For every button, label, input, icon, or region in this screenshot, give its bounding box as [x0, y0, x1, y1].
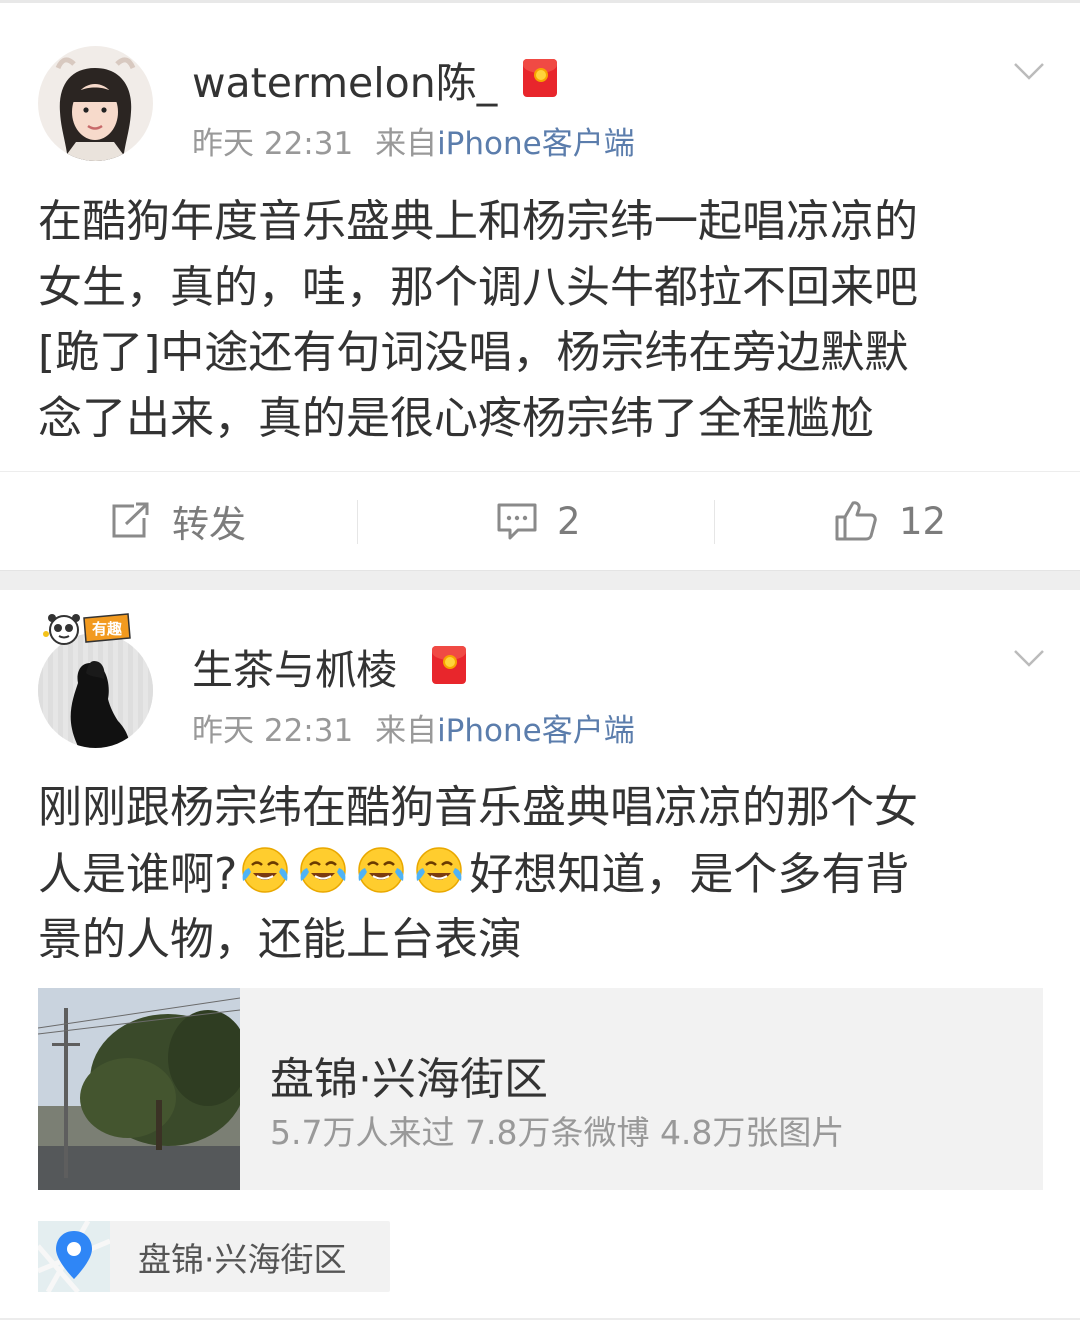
text-line: 女生，真的，哇，那个调八头牛都拉不回来吧: [38, 261, 918, 313]
laugh-cry-icon: [358, 846, 405, 893]
location-tag-label: 盘锦·兴海街区: [138, 1240, 347, 1279]
like-count: 12: [899, 499, 947, 543]
chevron-down-icon[interactable]: [1012, 53, 1046, 87]
thumbs-up-icon: [835, 501, 877, 541]
text-segment: 好想知道，是个多有背: [469, 848, 910, 900]
map-pin-icon: [38, 1221, 110, 1292]
location-card[interactable]: 盘锦·兴海街区 5.7万人来过 7.8万条微博 4.8万张图片: [38, 988, 1043, 1190]
username[interactable]: watermelon陈_: [192, 49, 497, 109]
post-meta: 昨天 22:31 来自iPhone客户端: [192, 705, 635, 750]
action-bar: 转发 2 12: [0, 471, 1080, 570]
chevron-down-icon[interactable]: [1012, 640, 1046, 674]
repost-label: 转发: [172, 503, 246, 546]
comment-count: 2: [557, 499, 581, 543]
comment-button[interactable]: 2: [495, 472, 581, 570]
location-tag[interactable]: 盘锦·兴海街区: [38, 1221, 390, 1292]
location-photo: [38, 988, 240, 1190]
comment-icon: [497, 503, 537, 540]
red-packet-icon: [432, 646, 466, 684]
divider: [357, 500, 358, 544]
source-prefix: 来自: [375, 713, 438, 749]
red-packet-icon: [523, 59, 557, 97]
location-title: 盘锦·兴海街区: [270, 1054, 548, 1105]
post-separator: [0, 570, 1080, 590]
text-line: [跪了]中途还有句词没唱，杨宗纬在旁边默默: [38, 327, 909, 378]
bottom-divider: [0, 1318, 1080, 1320]
text-line: 刚刚跟杨宗纬在酷狗音乐盛典唱凉凉的那个女: [38, 782, 918, 833]
repost-icon: [112, 502, 149, 538]
username[interactable]: 生茶与枛棱: [192, 636, 397, 696]
like-button[interactable]: 12: [833, 472, 946, 570]
text-line: 在酷狗年度音乐盛典上和杨宗纬一起唱凉凉的: [38, 196, 918, 247]
post-meta: 昨天 22:31 来自iPhone客户端: [192, 118, 635, 163]
post-text: 在酷狗年度音乐盛典上和杨宗纬一起唱凉凉的 女生，真的，哇，那个调八头牛都拉不回来…: [38, 189, 1048, 451]
laugh-cry-icon: [242, 846, 289, 893]
text-line: 念了出来，真的是很心疼杨宗纬了全程尴尬: [38, 392, 874, 444]
emoji-group: [237, 846, 469, 900]
laugh-cry-icon: [300, 846, 347, 893]
source-link[interactable]: iPhone客户端: [437, 126, 635, 162]
divider: [714, 500, 715, 544]
post-time: 昨天 22:31: [192, 126, 354, 162]
post-time: 昨天 22:31: [192, 713, 354, 749]
text-line: 景的人物，还能上台表演: [38, 914, 522, 965]
source-link[interactable]: iPhone客户端: [437, 713, 635, 749]
avatar[interactable]: [38, 633, 153, 748]
repost-button[interactable]: 转发: [108, 472, 246, 570]
text-segment: 人是谁啊?: [38, 848, 238, 900]
text-line: 人是谁啊? 好想知道，是个多有背: [38, 841, 1048, 908]
laugh-cry-icon: [416, 846, 463, 893]
location-stats: 5.7万人来过 7.8万条微博 4.8万张图片: [270, 1113, 845, 1152]
post-text: 刚刚跟杨宗纬在酷狗音乐盛典唱凉凉的那个女 人是谁啊? 好想知道，是个多有背 景的人…: [38, 775, 1048, 973]
avatar[interactable]: [38, 46, 153, 161]
avatar-badge-label: 有趣: [92, 620, 123, 638]
source-prefix: 来自: [375, 126, 438, 162]
weibo-post[interactable]: watermelon陈_ 昨天 22:31 来自iPhone客户端 在酷狗年度音…: [0, 3, 1080, 570]
avatar-badge-icon: 有趣: [43, 613, 131, 645]
weibo-post[interactable]: 有趣 生茶与枛棱 昨天 22:31 来自iPhone客户端 刚刚跟杨宗纬在酷狗音…: [0, 590, 1080, 1330]
